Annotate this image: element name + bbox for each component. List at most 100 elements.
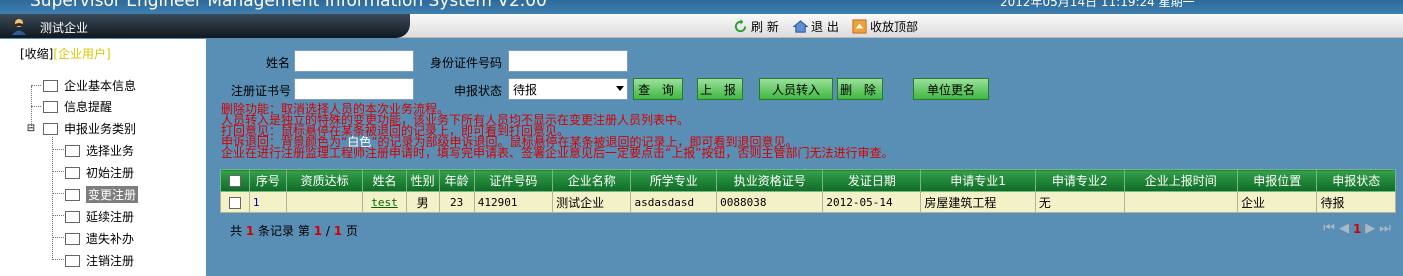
left-panel: [收缩][企业用户] 企业基本信息 信息提醒 ⊟ 申报业务类别 选择业务 初始注册… xyxy=(0,39,206,276)
refresh-button[interactable]: 刷 新 xyxy=(733,18,779,35)
next-page-icon[interactable]: ▶ xyxy=(1365,221,1375,236)
id-number-label: 身份证件号码 xyxy=(430,56,503,70)
tree-line xyxy=(52,215,64,216)
pager-text: 共 xyxy=(230,224,243,238)
reg-cert-input[interactable] xyxy=(294,78,414,100)
status-select[interactable]: 待报 xyxy=(508,78,628,100)
tree-item-lost-reissue[interactable]: 遗失补办 xyxy=(65,230,134,247)
id-number-input[interactable] xyxy=(508,50,628,72)
tree-line xyxy=(52,171,64,172)
col-header: 申报状态 xyxy=(1316,169,1396,192)
tree-item-change-reg[interactable]: 变更注册 xyxy=(65,186,139,203)
status-label: 申报状态 xyxy=(454,84,503,98)
row-select-cell[interactable] xyxy=(220,191,250,213)
home-icon xyxy=(793,20,808,33)
tree-line xyxy=(52,259,64,260)
select-all-header[interactable] xyxy=(220,169,250,192)
folder-icon xyxy=(43,100,58,113)
tree-item-company-info[interactable]: 企业基本信息 xyxy=(43,77,136,94)
col-header: 企业名称 xyxy=(552,169,632,192)
tree-item-label: 注销注册 xyxy=(86,254,135,268)
cell-apply-major-2: 无 xyxy=(1034,191,1125,213)
row-checkbox[interactable] xyxy=(228,196,241,209)
delete-button[interactable]: 删 除 xyxy=(837,78,883,100)
panel-splitter[interactable] xyxy=(206,39,216,276)
col-header: 企业上报时间 xyxy=(1123,169,1239,192)
pager-controls: ⏮ ◀ 1 ▶ ⏭ xyxy=(1323,221,1391,236)
refresh-icon xyxy=(734,19,747,33)
tree-item-label: 申报业务类别 xyxy=(64,122,137,136)
col-header: 年龄 xyxy=(438,169,475,192)
table-row[interactable]: 1 test 男 23 412901 测试企业 asdasdasd 008803… xyxy=(220,191,1396,213)
toggle-top-button[interactable]: 收放顶部 xyxy=(852,18,918,35)
page-icon xyxy=(65,144,80,157)
cell-issue-date: 2012-05-14 xyxy=(822,191,922,213)
first-page-icon[interactable]: ⏮ xyxy=(1323,221,1335,236)
table-header-row: 序号 资质达标 姓名 性别 年龄 证件号码 企业名称 所学专业 执业资格证号 发… xyxy=(220,169,1396,192)
col-header: 资质达标 xyxy=(285,169,364,192)
cell-qualification xyxy=(285,191,364,213)
results-table: 序号 资质达标 姓名 性别 年龄 证件号码 企业名称 所学专业 执业资格证号 发… xyxy=(220,169,1396,213)
cell-cert-number: 0088038 xyxy=(716,191,824,213)
tree-line xyxy=(52,237,64,238)
page-icon xyxy=(65,166,80,179)
report-button[interactable]: 上 报 xyxy=(697,78,743,100)
pager-text: / xyxy=(325,224,330,238)
col-header: 发证日期 xyxy=(822,169,922,192)
note-line: 企业在进行注册监理工程师注册申请时，填写完申请表、签署企业意见后一定要点击“上报… xyxy=(221,146,894,160)
tree-item-business-types[interactable]: ⊟ 申报业务类别 xyxy=(25,120,136,137)
rename-button[interactable]: 单位更名 xyxy=(913,78,989,100)
page-icon xyxy=(65,254,80,267)
col-header: 申请专业2 xyxy=(1034,169,1125,192)
company-name: 测试企业 xyxy=(40,21,89,35)
cell-major: asdasdasd xyxy=(630,191,718,213)
prev-page-icon[interactable]: ◀ xyxy=(1339,221,1349,236)
cell-gender: 男 xyxy=(405,191,440,213)
reg-cert-label: 注册证书号 xyxy=(231,84,292,98)
select-all-checkbox[interactable] xyxy=(228,175,241,187)
tree-line xyxy=(52,193,64,194)
tree-item-reminders[interactable]: 信息提醒 xyxy=(43,98,112,115)
tree-line xyxy=(31,106,41,107)
cell-report-time xyxy=(1123,191,1239,213)
tree-item-select-business[interactable]: 选择业务 xyxy=(65,142,134,159)
transfer-button[interactable]: 人员转入 xyxy=(759,78,833,100)
page-icon xyxy=(65,232,80,245)
expand-minus-icon: ⊟ xyxy=(26,123,36,134)
pager-text: 条记录 xyxy=(258,224,295,238)
collapse-link[interactable]: [收缩] xyxy=(20,47,53,61)
help-notes: 删除功能：取消选择人员的本次业务流程。 人员转入是独立的特殊的变更功能，该业务下… xyxy=(221,103,894,160)
tree-line xyxy=(52,137,53,260)
col-header: 所学专业 xyxy=(630,169,718,192)
cell-apply-major-1: 房屋建筑工程 xyxy=(920,191,1036,213)
logout-button[interactable]: 退 出 xyxy=(793,18,839,35)
user-type-link[interactable]: [企业用户] xyxy=(53,47,110,61)
name-input[interactable] xyxy=(294,50,414,72)
cell-status: 待报 xyxy=(1316,191,1396,213)
cell-company: 测试企业 xyxy=(552,191,632,213)
page-number[interactable]: 1 xyxy=(1353,222,1361,236)
tree-line xyxy=(31,85,41,86)
tree-item-cancel-reg[interactable]: 注销注册 xyxy=(65,252,134,269)
cell-id-number: 412901 xyxy=(473,191,554,213)
tree-line xyxy=(52,149,64,150)
page-icon xyxy=(65,188,80,201)
name-link[interactable]: test xyxy=(371,196,398,209)
total-pages: 1 xyxy=(333,224,343,238)
tree-item-label: 延续注册 xyxy=(86,210,135,224)
logout-label: 退 出 xyxy=(811,20,839,34)
tree-item-renewal-reg[interactable]: 延续注册 xyxy=(65,208,134,225)
current-page: 1 xyxy=(313,224,323,238)
last-page-icon[interactable]: ⏭ xyxy=(1379,221,1391,236)
total-count: 1 xyxy=(245,224,255,238)
col-header: 申请专业1 xyxy=(920,169,1036,192)
tree-item-label: 信息提醒 xyxy=(64,100,113,114)
pager-text: 第 xyxy=(297,224,310,238)
col-header: 证件号码 xyxy=(473,169,554,192)
datetime-display: 2012年05月14日 11:19:24 星期一 xyxy=(1000,0,1195,9)
col-header: 执业资格证号 xyxy=(716,169,824,192)
tree-item-initial-reg[interactable]: 初始注册 xyxy=(65,164,134,181)
tree-item-label: 企业基本信息 xyxy=(64,79,137,93)
query-button[interactable]: 查 询 xyxy=(633,78,683,100)
company-tab: 测试企业 xyxy=(0,14,410,38)
